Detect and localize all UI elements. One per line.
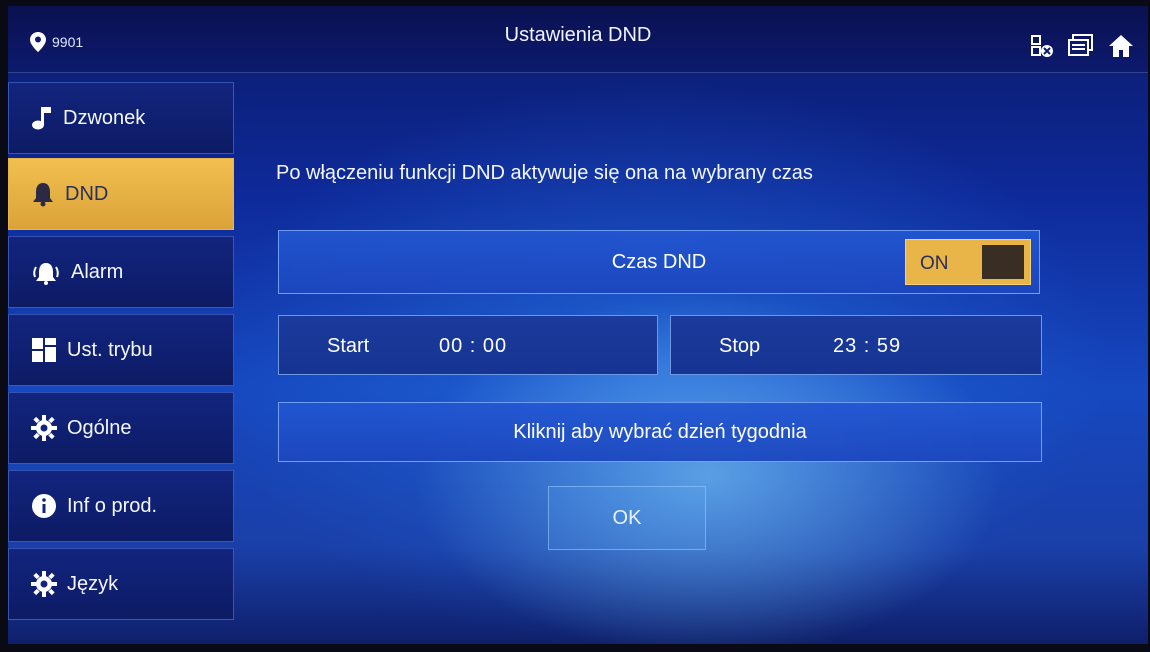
gear-icon: [31, 415, 57, 441]
sidebar-item-label: Alarm: [71, 260, 124, 283]
sidebar-item-alarm[interactable]: Alarm: [8, 236, 234, 308]
sidebar-item-dnd[interactable]: DND: [8, 158, 234, 230]
info-icon: [31, 493, 57, 519]
sidebar: Dzwonek DND Alarm Ust. trybu Ogólne Inf …: [8, 78, 234, 620]
network-disconnected-icon: [1030, 34, 1054, 58]
sidebar-item-label: Inf o prod.: [67, 494, 158, 517]
sidebar-item-ogolne[interactable]: Ogólne: [8, 392, 234, 464]
gear-icon: [31, 571, 57, 597]
toggle-state-label: ON: [920, 253, 949, 274]
start-time-value: 00 : 00: [439, 335, 508, 357]
ok-button[interactable]: OK: [548, 486, 706, 550]
start-time-field[interactable]: Start 00 : 00: [278, 315, 658, 375]
grid-icon: [31, 337, 57, 363]
sidebar-item-label: Ust. trybu: [67, 338, 153, 361]
stop-time-value: 23 : 59: [833, 335, 902, 357]
weekday-select-label: Kliknij aby wybrać dzień tygodnia: [513, 421, 807, 443]
stop-label: Stop: [719, 335, 761, 357]
sidebar-item-label: DND: [65, 182, 109, 205]
dnd-description: Po włączeniu funkcji DND aktywuje się on…: [276, 162, 813, 184]
sidebar-item-inf-o-prod[interactable]: Inf o prod.: [8, 470, 234, 542]
dnd-toggle[interactable]: ON: [905, 239, 1031, 285]
dnd-time-row: Czas DND ON: [278, 230, 1040, 294]
monitor-icon[interactable]: [1068, 34, 1094, 58]
sidebar-item-label: Język: [67, 572, 119, 595]
start-label: Start: [327, 335, 370, 357]
alarm-icon: [31, 259, 61, 285]
weekday-select-button[interactable]: Kliknij aby wybrać dzień tygodnia: [278, 402, 1042, 462]
sidebar-item-jezyk[interactable]: Język: [8, 548, 234, 620]
home-icon[interactable]: [1108, 34, 1134, 58]
top-bar: 9901 Ustawienia DND: [8, 6, 1148, 73]
sidebar-item-label: Ogólne: [67, 416, 132, 439]
sidebar-item-label: Dzwonek: [63, 106, 146, 129]
music-note-icon: [31, 105, 53, 131]
bell-icon: [31, 181, 55, 207]
stop-time-field[interactable]: Stop 23 : 59: [670, 315, 1042, 375]
page-title: Ustawienia DND: [504, 24, 652, 46]
toggle-knob: [982, 245, 1024, 279]
screen: 9901 Ustawienia DND Dzwonek DND Alarm Us…: [8, 6, 1148, 644]
sidebar-item-ust-trybu[interactable]: Ust. trybu: [8, 314, 234, 386]
sidebar-item-dzwonek[interactable]: Dzwonek: [8, 82, 234, 154]
